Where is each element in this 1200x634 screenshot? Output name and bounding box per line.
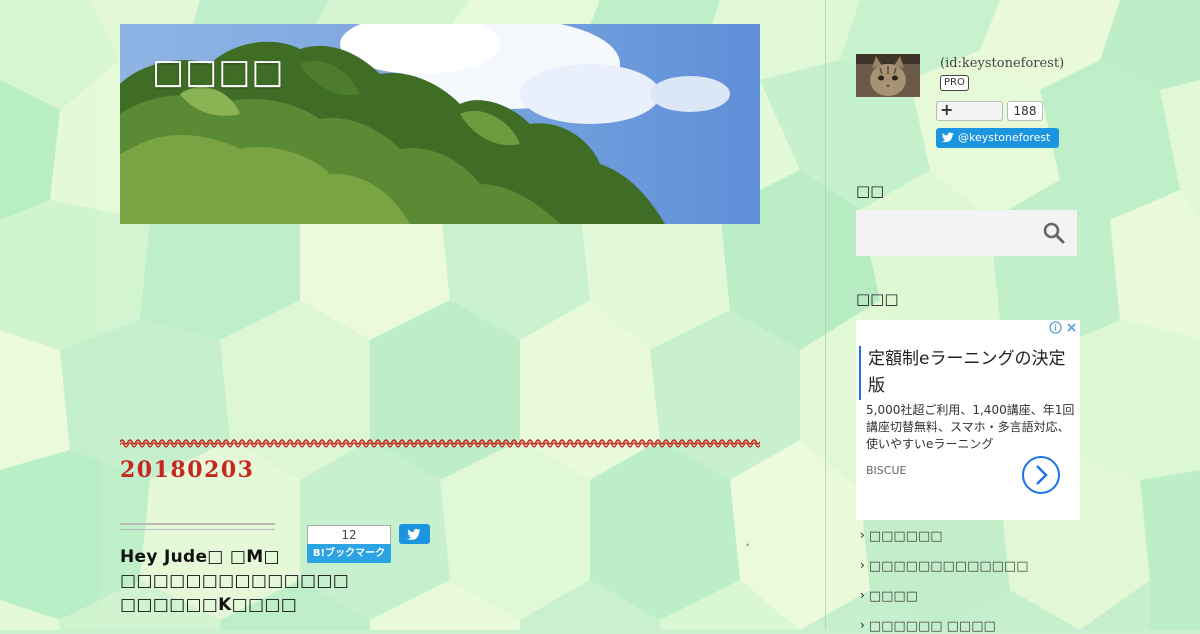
follower-count[interactable]: 188 xyxy=(1007,101,1043,121)
blog-title[interactable]: □□□□ xyxy=(152,52,285,92)
sidebar-link-2[interactable]: › □□□□□□□□□□□□□ xyxy=(860,558,1029,574)
entry-divider xyxy=(120,523,275,530)
chevron-right-icon xyxy=(1036,465,1048,485)
bookmark-count[interactable]: 12 xyxy=(307,525,391,544)
twitter-bird-icon xyxy=(942,132,954,143)
ad-arrow-button[interactable] xyxy=(1022,456,1060,494)
avatar[interactable] xyxy=(856,54,920,97)
sidebar-link-3[interactable]: › □□□□ xyxy=(860,588,918,604)
search-icon[interactable] xyxy=(1042,221,1066,245)
entry-tick-mark: ˏ xyxy=(744,532,750,546)
ad-unit[interactable]: 定額制eラーニングの決定版 5,000社超ご利用、1,400講座、年1回講座切替… xyxy=(856,320,1080,520)
entry-title[interactable]: Hey Jude□ □M□ □□□□□□□□□□□□□□ □□□□□□K□□□□ xyxy=(120,545,349,617)
wavy-divider xyxy=(120,439,760,448)
search-section-title: □□ xyxy=(856,182,885,200)
chevron-right-icon: › xyxy=(860,528,865,542)
pro-badge: PRO xyxy=(940,75,969,91)
plus-icon: + xyxy=(940,100,954,119)
ad-body: 5,000社超ご利用、1,400講座、年1回講座切替無料、スマホ・多言語対応、使… xyxy=(866,403,1075,451)
twitter-handle: @keystoneforest xyxy=(958,131,1051,144)
ad-section-title: □□□ xyxy=(856,290,899,308)
profile-id[interactable]: (id:keystoneforest) xyxy=(940,56,1064,71)
ad-info-icon[interactable] xyxy=(1049,321,1062,334)
sidebar-link-1[interactable]: › □□□□□□ xyxy=(860,528,943,544)
twitter-follow-button[interactable]: @keystoneforest xyxy=(936,128,1059,148)
twitter-bird-icon xyxy=(407,528,421,540)
ad-advertiser[interactable]: BISCUE xyxy=(866,464,906,477)
chevron-right-icon: › xyxy=(860,588,865,602)
ad-headline[interactable]: 定額制eラーニングの決定版 xyxy=(859,346,1068,400)
chevron-right-icon: › xyxy=(860,558,865,572)
tweet-button[interactable] xyxy=(399,524,430,544)
bookmark-button[interactable]: B!ブックマーク xyxy=(307,544,391,563)
date-heading[interactable]: 20180203 xyxy=(120,457,254,483)
close-icon[interactable] xyxy=(1065,321,1078,334)
sidebar-link-4[interactable]: › □□□□□□ □□□□ xyxy=(860,618,996,634)
